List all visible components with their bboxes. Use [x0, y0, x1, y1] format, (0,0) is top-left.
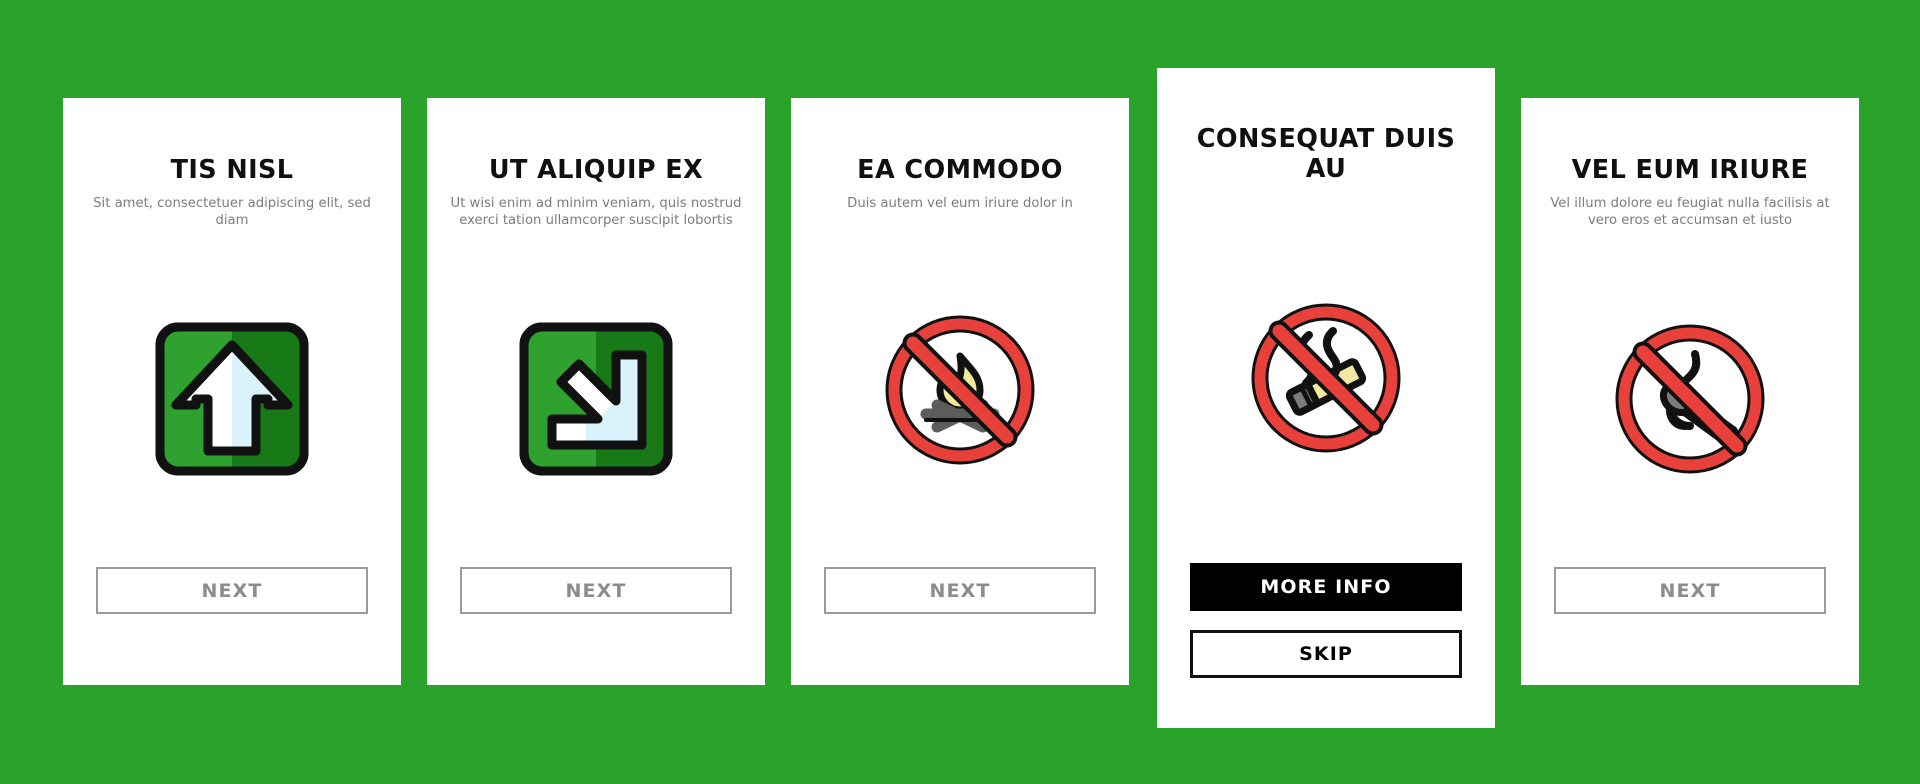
card-subtitle: Ut wisi enim ad minim veniam, quis nostr…: [450, 195, 742, 229]
card-title: TIS NISL: [170, 155, 294, 185]
card-illustration: [1521, 230, 1859, 567]
onboarding-card-3[interactable]: EA COMMODO Duis autem vel eum iriure dol…: [791, 98, 1129, 685]
onboarding-screens-board: TIS NISL Sit amet, consectetuer adipisci…: [0, 0, 1920, 784]
card-illustration: [791, 212, 1129, 567]
onboarding-card-1[interactable]: TIS NISL Sit amet, consectetuer adipisci…: [63, 98, 401, 685]
card-illustration: [427, 230, 765, 567]
card-subtitle: Duis autem vel eum iriure dolor in: [847, 195, 1073, 211]
card-text-block: VEL EUM IRIURE Vel illum dolore eu feugi…: [1521, 155, 1859, 230]
no-smoking-prohibition-icon: [1245, 297, 1407, 459]
card-button-stack: NEXT: [1521, 567, 1859, 614]
skip-button[interactable]: SKIP: [1190, 630, 1462, 678]
card-subtitle: Vel illum dolore eu feugiat nulla facili…: [1550, 195, 1830, 229]
card-text-block: TIS NISL Sit amet, consectetuer adipisci…: [63, 155, 401, 230]
card-illustration: [1157, 193, 1495, 563]
emergency-exit-diagonal-arrow-sign-icon: [516, 319, 676, 479]
next-button[interactable]: NEXT: [460, 567, 732, 614]
next-button[interactable]: NEXT: [1554, 567, 1826, 614]
card-subtitle: Sit amet, consectetuer adipiscing elit, …: [93, 195, 371, 229]
card-text-block: EA COMMODO Duis autem vel eum iriure dol…: [791, 155, 1129, 212]
next-button[interactable]: NEXT: [96, 567, 368, 614]
card-title: EA COMMODO: [857, 155, 1063, 185]
card-title: VEL EUM IRIURE: [1571, 155, 1809, 185]
more-info-button[interactable]: MORE INFO: [1190, 563, 1462, 611]
card-button-stack: NEXT: [427, 567, 765, 614]
onboarding-card-5[interactable]: VEL EUM IRIURE Vel illum dolore eu feugi…: [1521, 98, 1859, 685]
card-title: UT ALIQUIP EX: [488, 155, 704, 185]
card-text-block: UT ALIQUIP EX Ut wisi enim ad minim veni…: [427, 155, 765, 230]
onboarding-card-2[interactable]: UT ALIQUIP EX Ut wisi enim ad minim veni…: [427, 98, 765, 685]
next-button[interactable]: NEXT: [824, 567, 1096, 614]
no-matches-prohibition-icon: [1609, 318, 1771, 480]
card-button-stack: NEXT: [63, 567, 401, 614]
card-button-stack: NEXT: [791, 567, 1129, 614]
onboarding-card-4[interactable]: CONSEQUAT DUIS AU MORE INFO SKIP: [1157, 68, 1495, 728]
card-text-block: CONSEQUAT DUIS AU: [1157, 124, 1495, 193]
card-title: CONSEQUAT DUIS AU: [1196, 124, 1456, 184]
card-button-stack: MORE INFO SKIP: [1157, 563, 1495, 678]
card-illustration: [63, 230, 401, 567]
emergency-exit-up-arrow-sign-icon: [152, 319, 312, 479]
no-campfire-prohibition-icon: [879, 309, 1041, 471]
